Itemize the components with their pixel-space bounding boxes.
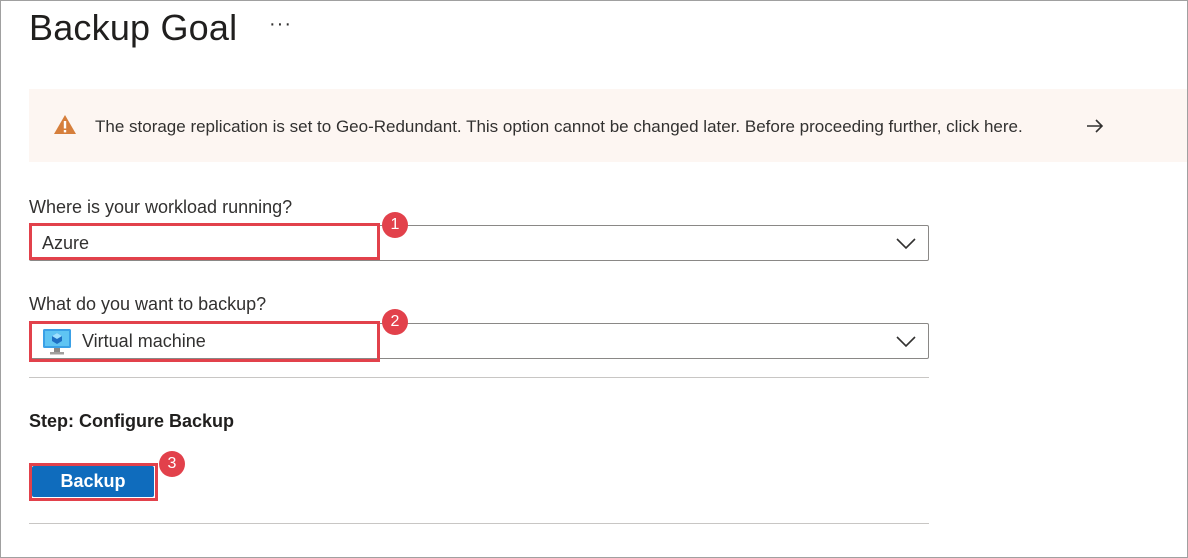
step-badge-1: 1 — [382, 212, 408, 238]
backup-type-dropdown-value: Virtual machine — [82, 331, 206, 351]
backup-button[interactable]: Backup — [32, 466, 154, 497]
arrow-right-icon[interactable] — [1085, 116, 1105, 136]
warning-banner[interactable]: The storage replication is set to Geo-Re… — [29, 89, 1187, 162]
chevron-down-icon — [896, 336, 916, 348]
backup-goal-panel: Backup Goal ··· The storage replication … — [0, 0, 1188, 558]
virtual-machine-icon — [43, 329, 71, 355]
step-badge-3: 3 — [159, 451, 185, 477]
page-title: Backup Goal — [29, 7, 238, 48]
workload-label: Where is your workload running? — [29, 197, 293, 217]
configure-step-title: Step: Configure Backup — [29, 411, 235, 431]
bottom-divider — [29, 523, 929, 524]
more-options-button[interactable]: ··· — [269, 13, 292, 36]
workload-dropdown-value: Azure — [42, 233, 90, 253]
backup-type-label: What do you want to backup? — [29, 294, 267, 314]
section-divider — [29, 377, 929, 378]
backup-type-dropdown[interactable]: Virtual machine — [29, 323, 929, 359]
chevron-down-icon — [896, 238, 916, 250]
step-badge-2: 2 — [382, 309, 408, 335]
warning-banner-text: The storage replication is set to Geo-Re… — [95, 117, 1023, 136]
workload-dropdown[interactable]: Azure — [29, 225, 929, 261]
warning-icon — [54, 115, 76, 134]
